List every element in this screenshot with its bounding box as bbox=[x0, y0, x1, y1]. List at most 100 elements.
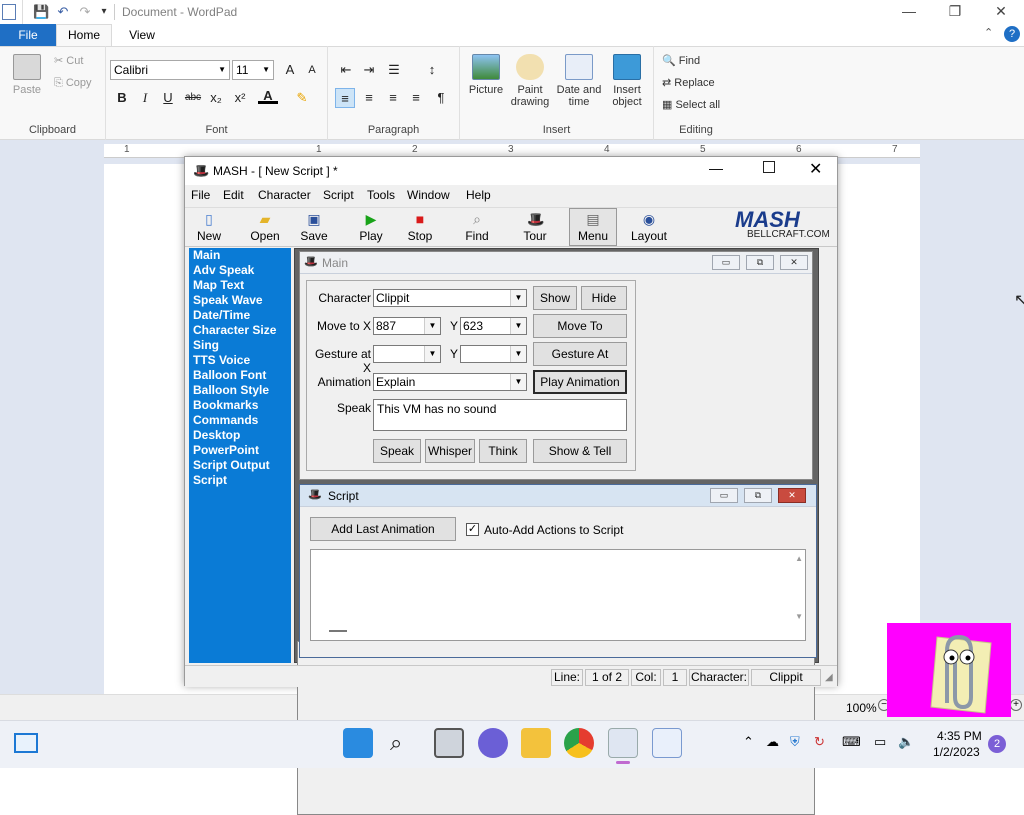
tab-view[interactable]: View bbox=[114, 24, 170, 46]
menu-character[interactable]: Character bbox=[258, 188, 311, 202]
security-icon[interactable]: ⛨ bbox=[790, 734, 800, 750]
mash-taskbar-icon[interactable] bbox=[608, 728, 638, 758]
sidebar-item-tts-voice[interactable]: TTS Voice bbox=[193, 353, 250, 367]
strikethrough-button[interactable]: abc bbox=[183, 88, 203, 108]
justify-icon[interactable]: ≡ bbox=[406, 88, 426, 108]
show-and-tell-button[interactable]: Show & Tell bbox=[533, 439, 627, 463]
find-button[interactable]: 🔍 Find bbox=[662, 54, 700, 67]
line-spacing-icon[interactable]: ↕ bbox=[422, 60, 442, 80]
underline-button[interactable]: U bbox=[158, 88, 178, 108]
character-select[interactable]: Clippit ▼ bbox=[373, 289, 527, 307]
clock-date[interactable]: 1/2/2023 bbox=[933, 745, 980, 759]
gesture-x-input[interactable]: ▼ bbox=[373, 345, 441, 363]
chrome-icon[interactable] bbox=[564, 728, 594, 758]
decrease-indent-icon[interactable]: ⇤ bbox=[336, 60, 356, 80]
bold-button[interactable]: B bbox=[112, 88, 132, 108]
volume-icon[interactable]: 🔈 bbox=[898, 734, 914, 750]
sidebar-item-character-size[interactable]: Character Size bbox=[193, 323, 276, 337]
chat-icon[interactable] bbox=[478, 728, 508, 758]
notification-badge[interactable]: 2 bbox=[988, 735, 1006, 753]
animation-select[interactable]: Explain ▼ bbox=[373, 373, 527, 391]
move-y-input[interactable]: 623 ▼ bbox=[460, 317, 527, 335]
increase-indent-icon[interactable]: ⇥ bbox=[359, 60, 379, 80]
font-size-select[interactable]: 11 ▼ bbox=[232, 60, 274, 80]
mash-minimize-button[interactable]: — bbox=[709, 160, 723, 176]
layout-button[interactable]: ◉ Layout bbox=[627, 209, 671, 245]
update-icon[interactable]: ↻ bbox=[814, 734, 825, 750]
sidebar-item-map-text[interactable]: Map Text bbox=[193, 278, 244, 292]
scroll-up-icon[interactable]: ▲ bbox=[795, 554, 803, 563]
scroll-down-icon[interactable]: ▼ bbox=[795, 612, 803, 621]
customize-qat-icon[interactable]: ▾ bbox=[96, 4, 112, 20]
whisper-button[interactable]: Whisper bbox=[425, 439, 475, 463]
play-animation-button[interactable]: Play Animation bbox=[533, 370, 627, 394]
gesture-y-input[interactable]: ▼ bbox=[460, 345, 527, 363]
search-icon[interactable]: ⌕ bbox=[390, 730, 402, 756]
gesture-at-button[interactable]: Gesture At bbox=[533, 342, 627, 366]
insert-picture-button[interactable]: Picture bbox=[464, 54, 508, 96]
mash-close-button[interactable]: ✕ bbox=[809, 159, 822, 179]
menu-edit[interactable]: Edit bbox=[223, 188, 244, 202]
copy-button[interactable]: ⎘ Copy bbox=[54, 77, 92, 90]
insert-object-button[interactable]: Insert object bbox=[606, 54, 648, 108]
minimize-button[interactable]: — bbox=[886, 0, 932, 24]
play-button[interactable]: ▶ Play bbox=[353, 209, 389, 245]
sidebar-item-balloon-font[interactable]: Balloon Font bbox=[193, 368, 266, 382]
speak-button[interactable]: Speak bbox=[373, 439, 421, 463]
tab-home[interactable]: Home bbox=[56, 24, 112, 47]
redo-icon[interactable]: ↷ bbox=[77, 4, 93, 20]
italic-button[interactable]: I bbox=[135, 88, 155, 108]
script-close-button[interactable]: ✕ bbox=[778, 488, 806, 503]
new-button[interactable]: ▯ New bbox=[191, 209, 227, 245]
bullets-icon[interactable]: ☰ bbox=[384, 60, 404, 80]
zoom-in-icon[interactable]: + bbox=[1010, 699, 1022, 711]
network-icon[interactable]: ☁ bbox=[766, 734, 779, 750]
cut-button[interactable]: ✂ Cut bbox=[54, 54, 83, 67]
horizontal-scroll-thumb[interactable] bbox=[329, 630, 347, 632]
menu-toggle-button[interactable]: ▤ Menu bbox=[569, 208, 617, 246]
date-time-button[interactable]: Date and time bbox=[556, 54, 602, 108]
sidebar-item-commands[interactable]: Commands bbox=[193, 413, 258, 427]
file-explorer-icon[interactable] bbox=[521, 728, 551, 758]
select-all-button[interactable]: ▦ Select all bbox=[662, 98, 720, 111]
add-last-animation-button[interactable]: Add Last Animation bbox=[310, 517, 456, 541]
open-button[interactable]: ▰ Open bbox=[247, 209, 283, 245]
main-close-button[interactable]: ✕ bbox=[780, 255, 808, 270]
sidebar-item-script[interactable]: Script bbox=[193, 473, 227, 487]
grow-font-icon[interactable]: A bbox=[280, 60, 300, 80]
sidebar-item-speak-wave[interactable]: Speak Wave bbox=[193, 293, 263, 307]
sidebar-item-powerpoint[interactable]: PowerPoint bbox=[193, 443, 259, 457]
menu-help[interactable]: Help bbox=[466, 188, 491, 202]
shrink-font-icon[interactable]: A bbox=[302, 60, 322, 80]
move-to-button[interactable]: Move To bbox=[533, 314, 627, 338]
auto-add-checkbox[interactable]: ✓ bbox=[466, 523, 479, 536]
keyboard-icon[interactable]: ⌨ bbox=[842, 734, 861, 750]
sidebar-item-sing[interactable]: Sing bbox=[193, 338, 219, 352]
move-x-input[interactable]: 887 ▼ bbox=[373, 317, 441, 335]
paragraph-dialog-icon[interactable]: ¶ bbox=[431, 88, 451, 108]
sidebar-item-script-output[interactable]: Script Output bbox=[193, 458, 270, 472]
close-button[interactable]: ✕ bbox=[978, 0, 1024, 24]
paint-drawing-button[interactable]: Paint drawing bbox=[508, 54, 552, 108]
menu-tools[interactable]: Tools bbox=[367, 188, 395, 202]
menu-file[interactable]: File bbox=[191, 188, 210, 202]
align-right-icon[interactable]: ≡ bbox=[383, 88, 403, 108]
menu-script[interactable]: Script bbox=[323, 188, 354, 202]
speak-text-input[interactable]: This VM has no sound bbox=[373, 399, 627, 431]
superscript-button[interactable]: x² bbox=[230, 88, 250, 108]
sidebar-item-adv-speak[interactable]: Adv Speak bbox=[193, 263, 254, 277]
clock-time[interactable]: 4:35 PM bbox=[937, 729, 982, 743]
save-button[interactable]: ▣ Save bbox=[297, 209, 331, 245]
task-view-icon[interactable] bbox=[434, 728, 464, 758]
display-icon[interactable]: ▭ bbox=[874, 734, 886, 750]
menu-window[interactable]: Window bbox=[407, 188, 450, 202]
text-color-button[interactable]: A bbox=[258, 86, 278, 104]
stop-button[interactable]: ■ Stop bbox=[403, 209, 437, 245]
font-family-select[interactable]: Calibri ▼ bbox=[110, 60, 230, 80]
start-icon[interactable] bbox=[343, 728, 373, 758]
collapse-ribbon-icon[interactable]: ⌃ bbox=[984, 26, 993, 39]
help-icon[interactable]: ? bbox=[1004, 26, 1020, 42]
tab-file[interactable]: File bbox=[0, 24, 56, 46]
align-left-icon[interactable]: ≡ bbox=[335, 88, 355, 108]
save-icon[interactable]: 💾 bbox=[33, 4, 49, 20]
